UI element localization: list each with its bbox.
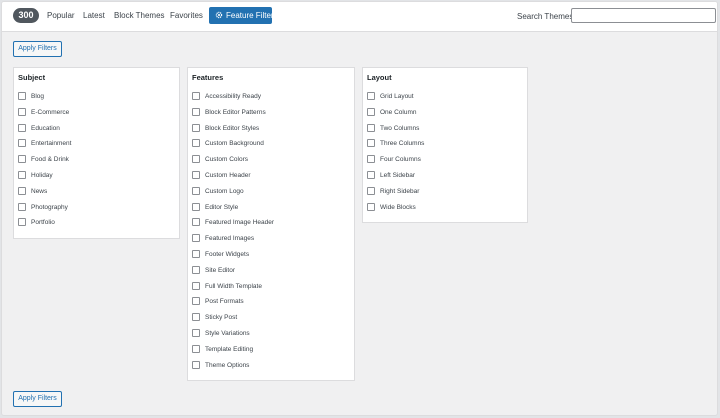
subject-panel: Subject Blog E-Commerce Education Entertain… — [13, 67, 180, 239]
filter-option-label: Right Sidebar — [380, 187, 420, 195]
checkbox[interactable] — [18, 186, 26, 195]
tab-latest[interactable]: Latest — [83, 10, 105, 22]
checkbox[interactable] — [192, 360, 200, 369]
filter-option-label: Footer Widgets — [205, 251, 250, 258]
tab-block-themes[interactable]: Block Themes — [114, 10, 165, 22]
filter-bar: 300 Popular Latest Block Themes Favorite… — [2, 2, 717, 32]
checkbox[interactable] — [192, 297, 200, 306]
checkbox[interactable] — [367, 202, 375, 211]
filter-option-label: Entertainment — [31, 140, 72, 148]
filter-option-label: Photography — [31, 203, 68, 211]
filter-option-label: Featured Images — [205, 235, 255, 243]
checkbox[interactable] — [367, 92, 375, 100]
features-title: Features — [192, 73, 224, 82]
checkbox[interactable] — [192, 155, 200, 164]
checkbox[interactable] — [367, 123, 375, 132]
checkbox[interactable] — [192, 265, 200, 274]
checkbox[interactable] — [192, 234, 200, 243]
filter-option-label: Portfolio — [31, 219, 55, 227]
filter-option-label: News — [31, 187, 48, 195]
feature-filter-button[interactable]: Feature Filter — [209, 7, 274, 24]
filter-option-label: Post Formats — [205, 298, 244, 306]
checkbox[interactable] — [18, 202, 26, 211]
filter-option-label: Four Columns — [380, 156, 421, 164]
tab-favorites[interactable]: Favorites — [170, 10, 203, 22]
filter-option-label: Wide Blocks — [380, 203, 416, 211]
theme-count-badge: 300 — [13, 8, 39, 23]
filter-option-label: Custom Background — [205, 140, 264, 148]
checkbox[interactable] — [367, 155, 375, 164]
features-panel: Features Accessibility Ready Block Editor… — [187, 67, 355, 381]
checkbox[interactable] — [192, 107, 200, 116]
filter-option-label: Three Columns — [380, 140, 425, 148]
theme-browser: 300 Popular Latest Block Themes Favorite… — [1, 1, 718, 416]
filter-option-label: E-Commerce — [31, 108, 70, 116]
checkbox[interactable] — [367, 107, 375, 116]
checkbox[interactable] — [192, 186, 200, 195]
checkbox[interactable] — [18, 107, 26, 116]
filter-option-label: Accessibility Ready — [205, 93, 261, 100]
filter-option-label: Block Editor Patterns — [205, 108, 266, 116]
filter-option-label: Site Editor — [205, 266, 235, 274]
checkbox[interactable] — [367, 171, 375, 179]
filter-option-label: Education — [31, 124, 60, 132]
checkbox[interactable] — [192, 92, 200, 100]
checkbox[interactable] — [367, 139, 375, 148]
subject-title: Subject — [18, 73, 46, 82]
apply-filters-button-bottom[interactable]: Apply Filters — [13, 391, 62, 407]
checkbox[interactable] — [192, 139, 200, 148]
filter-option-label: Sticky Post — [205, 314, 238, 322]
checkbox[interactable] — [18, 171, 26, 179]
checkbox[interactable] — [18, 155, 26, 164]
checkbox[interactable] — [192, 202, 200, 211]
filter-option-label: Custom Logo — [205, 187, 244, 195]
filter-option-label: Full Width Template — [205, 282, 262, 290]
checkbox[interactable] — [18, 139, 26, 148]
checkbox[interactable] — [18, 218, 26, 227]
layout-panel: Layout Grid Layout One Column Two Columns T… — [362, 67, 528, 223]
feature-filter-label: Feature Filter — [226, 11, 274, 20]
checkbox[interactable] — [192, 329, 200, 337]
filter-option-label: Two Columns — [380, 124, 420, 132]
filter-option-label: Blog — [31, 93, 45, 100]
filter-option-label: Holiday — [31, 172, 53, 179]
filter-option-label: Grid Layout — [380, 93, 414, 100]
checkbox[interactable] — [18, 123, 26, 132]
filter-option-label: Featured Image Header — [205, 219, 275, 227]
checkbox[interactable] — [192, 281, 200, 290]
search-label: Search Themes — [517, 12, 574, 21]
checkbox[interactable] — [192, 123, 200, 132]
filter-option-label: One Column — [380, 108, 417, 116]
filter-option-label: Theme Options — [205, 361, 250, 369]
gear-icon — [215, 11, 223, 19]
filter-option-label: Block Editor Styles — [205, 124, 260, 132]
tab-popular[interactable]: Popular — [47, 10, 75, 22]
layout-title: Layout — [367, 73, 392, 82]
filter-option-label: Template Editing — [205, 345, 254, 353]
filter-option-label: Style Variations — [205, 330, 250, 337]
checkbox[interactable] — [367, 186, 375, 195]
search-input[interactable] — [571, 8, 716, 23]
checkbox[interactable] — [18, 92, 26, 100]
filter-option-label: Food & Drink — [31, 156, 69, 164]
filter-option-label: Left Sidebar — [380, 172, 416, 179]
filter-option-label: Editor Style — [205, 203, 239, 211]
checkbox[interactable] — [192, 344, 200, 353]
filter-option-label: Custom Colors — [205, 156, 248, 164]
checkbox[interactable] — [192, 218, 200, 227]
apply-filters-button-top[interactable]: Apply Filters — [13, 41, 62, 57]
checkbox[interactable] — [192, 313, 200, 322]
filter-option-label: Custom Header — [205, 172, 251, 179]
checkbox[interactable] — [192, 171, 200, 179]
checkbox[interactable] — [192, 250, 200, 258]
